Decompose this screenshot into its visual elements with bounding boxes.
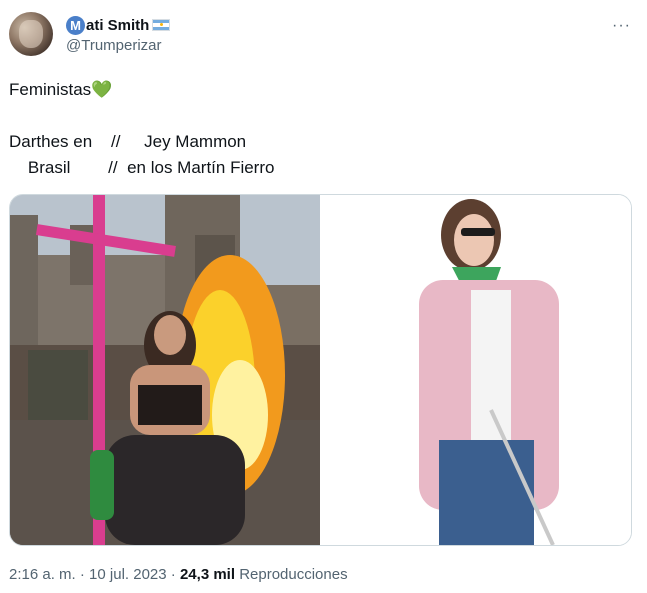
- m-letter-icon: M: [66, 15, 85, 35]
- protest-bonfire-photo[interactable]: [10, 195, 320, 545]
- argentina-flag-icon: [152, 19, 171, 31]
- tweet-time[interactable]: 2:16 a. m.: [9, 566, 76, 583]
- protest-bonfire-illustration: [10, 195, 320, 545]
- author-display-name[interactable]: ati Smith: [86, 17, 149, 34]
- tweet-line-1: Feministas💚: [9, 80, 112, 100]
- tweet-line-3: Brasil // en los Martín Fierro: [9, 158, 275, 177]
- meta-separator: ·: [79, 566, 85, 583]
- author-handle[interactable]: @Trumperizar: [66, 37, 162, 54]
- green-heart-icon: 💚: [91, 80, 113, 99]
- woman-illustration: [419, 199, 559, 545]
- avatar[interactable]: [9, 12, 53, 56]
- tweet-media[interactable]: [9, 194, 632, 546]
- author-name-row[interactable]: M ati Smith: [66, 15, 171, 35]
- woman-with-green-scarf-photo[interactable]: [321, 195, 631, 545]
- tweet-line-1-text: Feministas: [9, 80, 92, 99]
- tweet-meta: 2:16 a. m. · 10 jul. 2023 · 24,3 mil Rep…: [9, 566, 348, 583]
- tweet-line-2: Darthes en // Jey Mammon: [9, 132, 247, 151]
- meta-separator: ·: [170, 566, 176, 583]
- tweet-date[interactable]: 10 jul. 2023: [89, 566, 167, 583]
- more-options-button[interactable]: ···: [612, 17, 631, 35]
- views-label[interactable]: Reproducciones: [239, 566, 347, 583]
- views-count: 24,3 mil: [179, 566, 236, 583]
